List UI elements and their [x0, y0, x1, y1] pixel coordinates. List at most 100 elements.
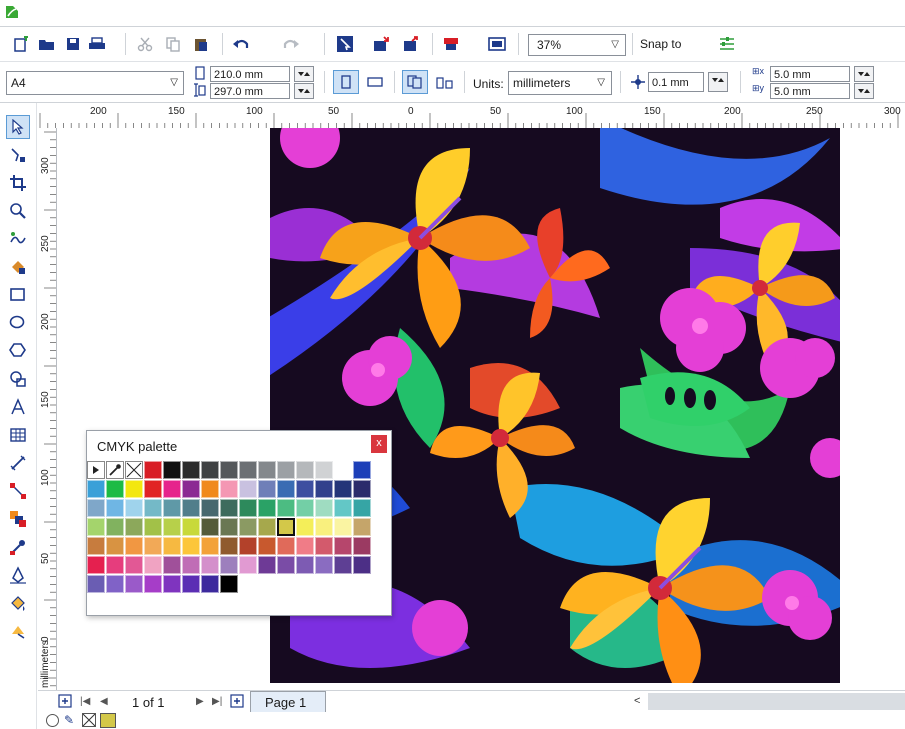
page-tab[interactable]: Page 1 [250, 691, 326, 712]
color-swatch[interactable] [125, 556, 143, 574]
color-swatch[interactable] [144, 537, 162, 555]
color-swatch[interactable] [87, 480, 105, 498]
color-swatch[interactable] [106, 537, 124, 555]
options-icon[interactable] [716, 33, 738, 55]
color-swatch[interactable] [258, 461, 276, 479]
color-swatch[interactable] [106, 556, 124, 574]
color-swatch[interactable] [277, 537, 295, 555]
color-swatch[interactable] [353, 537, 371, 555]
portrait-button[interactable] [333, 70, 359, 94]
add-page-before-icon[interactable] [58, 694, 72, 711]
color-swatch[interactable] [258, 537, 276, 555]
color-swatch[interactable] [220, 537, 238, 555]
palette-menu-icon[interactable] [87, 461, 105, 479]
color-swatch[interactable] [163, 556, 181, 574]
previous-page-icon[interactable]: ◀ [100, 696, 108, 707]
color-swatch[interactable] [353, 480, 371, 498]
vertical-ruler[interactable]: 300 250 200 150 100 50 0 millimeters [38, 128, 57, 690]
color-swatch[interactable] [125, 575, 143, 593]
outline-pen-tool-icon[interactable] [6, 563, 30, 587]
no-color-swatch[interactable] [125, 461, 143, 479]
undo-icon[interactable] [230, 33, 252, 55]
color-swatch[interactable] [144, 575, 162, 593]
color-swatch[interactable] [315, 499, 333, 517]
duplicate-distance-y-field[interactable]: 5.0 mm [770, 83, 850, 99]
color-swatch[interactable] [296, 537, 314, 555]
first-page-icon[interactable]: |◀ [80, 696, 90, 707]
new-document-icon[interactable] [10, 33, 32, 55]
color-swatch[interactable] [163, 499, 181, 517]
nudge-distance-field[interactable]: 0.1 mm [648, 72, 704, 92]
color-swatch[interactable] [87, 575, 105, 593]
color-swatch[interactable] [182, 461, 200, 479]
color-swatch[interactable] [201, 537, 219, 555]
color-swatch[interactable] [315, 461, 333, 479]
open-folder-icon[interactable] [36, 33, 58, 55]
close-button[interactable]: x [371, 435, 387, 453]
last-page-icon[interactable]: ▶| [212, 696, 222, 707]
color-swatch[interactable] [201, 461, 219, 479]
color-swatch[interactable] [277, 499, 295, 517]
color-swatch[interactable] [353, 499, 371, 517]
color-swatch[interactable] [106, 499, 124, 517]
color-swatch[interactable] [163, 461, 181, 479]
color-swatch[interactable] [258, 480, 276, 498]
color-swatch[interactable] [87, 556, 105, 574]
color-swatch[interactable] [258, 499, 276, 517]
snap-to-button[interactable]: Snap to [640, 34, 681, 54]
color-swatch[interactable] [296, 499, 314, 517]
basic-shapes-tool-icon[interactable] [6, 367, 30, 391]
color-swatch[interactable] [201, 480, 219, 498]
cmyk-palette-window[interactable]: CMYK palette x [86, 430, 392, 616]
color-swatch[interactable] [334, 518, 352, 536]
color-swatch[interactable] [258, 518, 276, 536]
color-swatch[interactable] [220, 480, 238, 498]
export-icon[interactable] [400, 33, 422, 55]
color-swatch[interactable] [315, 480, 333, 498]
save-icon[interactable] [62, 33, 84, 55]
color-swatch[interactable] [182, 537, 200, 555]
color-swatch[interactable] [163, 537, 181, 555]
zoom-tool-icon[interactable] [6, 199, 30, 223]
color-swatch[interactable] [182, 556, 200, 574]
smart-drawing-tool-icon[interactable] [6, 619, 30, 643]
smart-fill-tool-icon[interactable] [6, 255, 30, 279]
color-swatch[interactable] [334, 499, 352, 517]
full-screen-preview-icon[interactable] [486, 33, 508, 55]
color-swatch[interactable] [296, 480, 314, 498]
color-swatch[interactable] [125, 537, 143, 555]
color-swatch[interactable] [315, 537, 333, 555]
color-swatch[interactable] [353, 556, 371, 574]
color-swatch[interactable] [182, 518, 200, 536]
current-fill-swatch[interactable] [100, 713, 116, 728]
color-swatch[interactable] [220, 461, 238, 479]
color-swatch[interactable] [144, 556, 162, 574]
color-swatch[interactable] [239, 518, 257, 536]
color-swatch[interactable] [144, 480, 162, 498]
next-page-icon[interactable]: ▶ [196, 696, 204, 707]
color-swatch[interactable] [258, 556, 276, 574]
horizontal-ruler[interactable]: 200 150 100 50 0 50 100 150 200 250 300 [38, 103, 905, 129]
cut-icon[interactable] [134, 33, 156, 55]
eyedropper-icon[interactable] [106, 461, 124, 479]
dimension-tool-icon[interactable] [6, 451, 30, 475]
color-swatch[interactable] [144, 518, 162, 536]
paste-icon[interactable] [190, 33, 212, 55]
color-swatch[interactable] [220, 499, 238, 517]
color-swatch[interactable] [182, 575, 200, 593]
add-page-after-icon[interactable] [230, 694, 244, 711]
freehand-tool-icon[interactable] [6, 227, 30, 251]
color-swatch[interactable] [125, 480, 143, 498]
page-width-field[interactable]: 210.0 mm [210, 66, 290, 82]
color-swatch[interactable] [125, 499, 143, 517]
page-height-spinner[interactable] [294, 83, 314, 99]
duplicate-y-spinner[interactable] [854, 83, 874, 99]
text-tool-icon[interactable] [6, 395, 30, 419]
all-pages-button[interactable] [402, 70, 428, 94]
page-height-field[interactable]: 297.0 mm [210, 83, 290, 99]
import-icon[interactable] [370, 33, 392, 55]
crop-tool-icon[interactable] [6, 171, 30, 195]
color-swatch[interactable] [163, 480, 181, 498]
color-swatch[interactable] [239, 480, 257, 498]
color-swatch[interactable] [334, 556, 352, 574]
